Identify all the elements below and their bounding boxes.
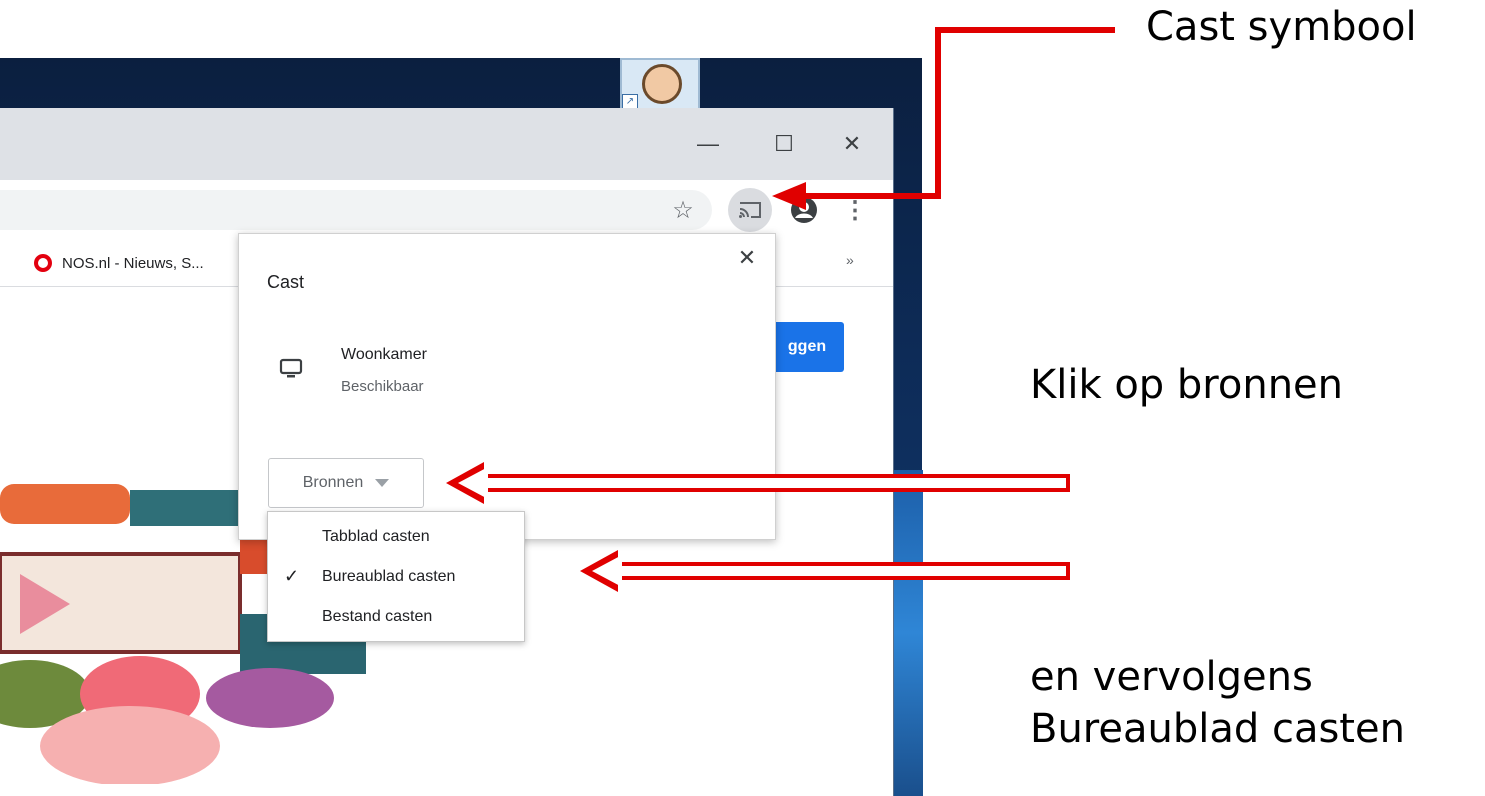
menu-item-label: Bestand casten bbox=[322, 608, 433, 625]
nos-logo-icon bbox=[34, 254, 52, 272]
annotation-then-line2: Bureaublad casten bbox=[1030, 706, 1405, 752]
cast-device-item[interactable]: Woonkamer Beschikbaar bbox=[279, 342, 719, 402]
minimize-button[interactable]: — bbox=[688, 124, 728, 164]
bookmarks-overflow-button[interactable]: » bbox=[846, 252, 854, 268]
annotation-cast-symbol: Cast symbool bbox=[1146, 4, 1417, 50]
signin-button[interactable]: ggen bbox=[770, 322, 844, 372]
sources-menu: Tabblad casten ✓ Bureaublad casten Besta… bbox=[267, 511, 525, 642]
close-dialog-button[interactable]: ✕ bbox=[733, 244, 761, 272]
cast-dialog: Cast ✕ Woonkamer Beschikbaar Bronnen bbox=[238, 233, 776, 540]
dialog-title: Cast bbox=[267, 272, 305, 292]
checkmark-icon: ✓ bbox=[284, 566, 300, 586]
menu-item-cast-tab[interactable]: Tabblad casten bbox=[268, 518, 524, 558]
maximize-button[interactable]: ☐ bbox=[764, 124, 804, 164]
menu-item-label: Tabblad casten bbox=[322, 528, 430, 545]
menu-item-label: Bureaublad casten bbox=[322, 568, 456, 585]
star-icon[interactable]: ☆ bbox=[666, 194, 700, 226]
browser-toolbar: ☆ ⋮ bbox=[0, 180, 893, 240]
menu-item-cast-desktop[interactable]: ✓ Bureaublad casten bbox=[268, 558, 524, 598]
desktop-shortcut-icon[interactable]: ↗ bbox=[620, 58, 700, 110]
address-bar[interactable] bbox=[0, 190, 712, 230]
bookmark-item[interactable]: NOS.nl - Nieuws, S... bbox=[34, 252, 204, 274]
title-bar: — ☐ ✕ bbox=[0, 108, 893, 180]
avatar-image-icon bbox=[642, 64, 682, 104]
sources-button-label: Bronnen bbox=[302, 474, 364, 491]
menu-icon[interactable]: ⋮ bbox=[842, 194, 868, 226]
device-status: Beschikbaar bbox=[341, 378, 424, 395]
annotation-then-line1: en vervolgens bbox=[1030, 654, 1313, 700]
desktop-wallpaper-light bbox=[893, 470, 923, 796]
cast-icon[interactable] bbox=[728, 188, 772, 232]
account-icon[interactable] bbox=[788, 194, 820, 226]
menu-item-cast-file[interactable]: Bestand casten bbox=[268, 598, 524, 638]
close-window-button[interactable]: ✕ bbox=[832, 124, 872, 164]
chevron-down-icon bbox=[375, 479, 390, 487]
monitor-icon bbox=[279, 358, 303, 378]
bookmark-label: NOS.nl - Nieuws, S... bbox=[62, 254, 204, 272]
sources-dropdown-button[interactable]: Bronnen bbox=[268, 458, 424, 508]
device-name: Woonkamer bbox=[341, 346, 427, 363]
annotation-click-sources: Klik op bronnen bbox=[1030, 362, 1344, 408]
